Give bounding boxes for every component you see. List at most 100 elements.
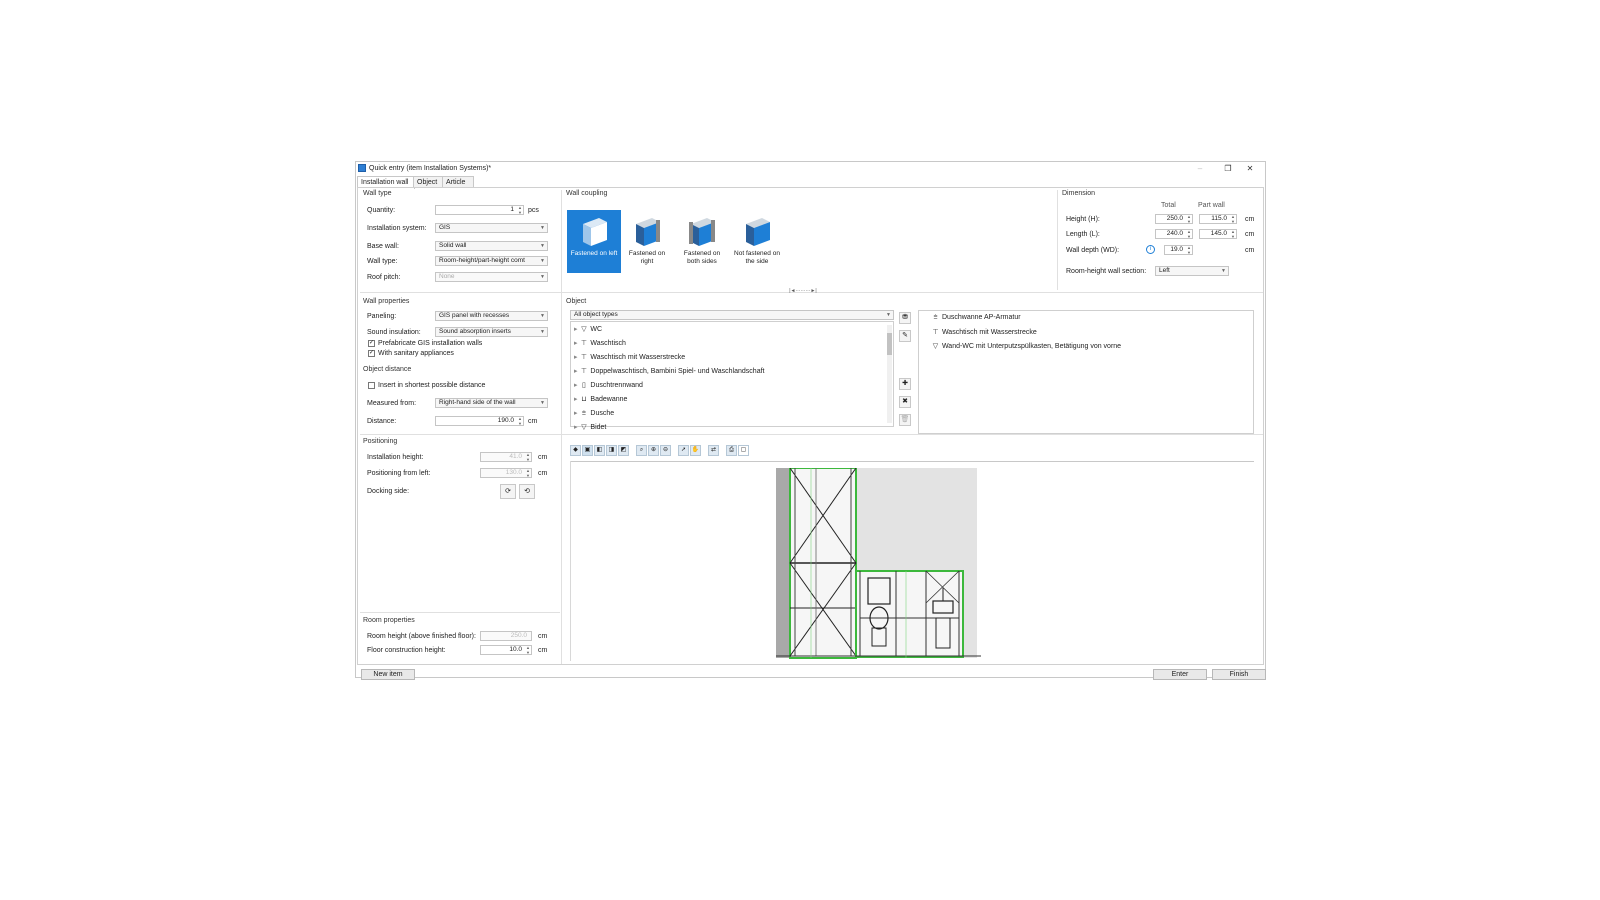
remove-icon[interactable]: ✖: [899, 396, 911, 408]
wall-free-icon: [746, 218, 770, 246]
floor-construction-stepper[interactable]: 10.0 ▲ ▼: [480, 645, 532, 655]
sanitary-checkbox[interactable]: ✓: [368, 350, 375, 357]
wall-type-select[interactable]: Room-height/part-height comt ▼: [435, 256, 548, 266]
add-icon[interactable]: ✚: [899, 378, 911, 390]
coupling-fastened-both[interactable]: Fastened on both sides: [677, 210, 727, 273]
view-3d-icon[interactable]: ◆: [570, 445, 581, 456]
length-unit: cm: [1245, 231, 1255, 238]
zoom-out-icon[interactable]: ⊖: [660, 445, 671, 456]
tree-item-double-washbasin[interactable]: ▸ ⊤ Doppelwaschtisch, Bambini Spiel- und…: [574, 367, 764, 375]
height-part-stepper[interactable]: 115.0 ▲ ▼: [1199, 214, 1237, 224]
wall-left-icon: [583, 218, 607, 246]
print-icon[interactable]: ⎙: [726, 445, 737, 456]
wall-both-icon: [689, 218, 715, 246]
tree-item-bathtub[interactable]: ▸ ⊔ Badewanne: [574, 395, 627, 403]
view-iso-icon[interactable]: ◩: [618, 445, 629, 456]
distance-unit: cm: [528, 418, 538, 425]
coupling-label: Fastened on right: [628, 250, 666, 265]
tree-scrollbar[interactable]: [887, 325, 892, 423]
wall-depth-stepper[interactable]: 19.0 ▲ ▼: [1164, 245, 1193, 255]
divider: [561, 190, 562, 664]
rotate-left-icon[interactable]: ⟲: [519, 484, 535, 499]
zoom-icon[interactable]: ⌕: [636, 445, 647, 456]
installation-system-select[interactable]: GIS ▼: [435, 223, 548, 233]
chevron-down-icon: ▼: [540, 225, 545, 231]
restore-icon[interactable]: ❐: [1219, 162, 1237, 175]
shower-partition-icon: ▯: [582, 382, 586, 389]
tree-item-shower[interactable]: ▸ ⩧ Dusche: [574, 409, 614, 418]
shower-tray-icon: ⩧: [933, 314, 938, 321]
measure-icon[interactable]: ⇄: [708, 445, 719, 456]
selected-item[interactable]: ▽ Wand-WC mit Unterputzspülkasten, Betät…: [931, 342, 1121, 350]
double-washbasin-icon: ⊤: [580, 368, 588, 375]
filter-icon[interactable]: ⛃: [899, 312, 911, 324]
object-type-filter[interactable]: All object types ▼: [570, 310, 894, 320]
quantity-stepper[interactable]: 1 ▲ ▼: [435, 205, 524, 215]
pan-hand-icon[interactable]: ✋: [690, 445, 701, 456]
coupling-label: Fastened on left: [570, 250, 618, 257]
minimize-icon[interactable]: –: [1191, 162, 1209, 175]
divider: [360, 612, 560, 613]
chevron-down-icon: ▼: [886, 312, 891, 318]
shortest-distance-checkbox[interactable]: [368, 382, 375, 389]
wall-section-select[interactable]: Left ▼: [1155, 266, 1229, 276]
installation-height-stepper: 41.0 ▲ ▼: [480, 452, 532, 462]
coupling-fastened-left[interactable]: Fastened on left: [567, 210, 621, 273]
scrollbar-thumb[interactable]: [887, 333, 892, 355]
coupling-fastened-right[interactable]: Fastened on right: [622, 210, 672, 273]
room-height-label: Room height (above finished floor):: [367, 633, 476, 640]
roof-pitch-label: Roof pitch:: [367, 274, 401, 281]
coupling-not-fastened[interactable]: Not fastened on the side: [732, 210, 782, 273]
shortest-distance-label: Insert in shortest possible distance: [378, 382, 486, 389]
edit-icon[interactable]: ✎: [899, 330, 911, 342]
installation-height-unit: cm: [538, 454, 548, 461]
finish-button[interactable]: Finish: [1212, 669, 1266, 680]
length-total-stepper[interactable]: 240.0 ▲ ▼: [1155, 229, 1193, 239]
info-icon[interactable]: i: [1146, 245, 1155, 254]
preview-divider: [570, 461, 1254, 462]
zoom-in-icon[interactable]: ⊕: [648, 445, 659, 456]
height-total-stepper[interactable]: 250.0 ▲ ▼: [1155, 214, 1193, 224]
selected-item[interactable]: ⩧ Duschwanne AP-Armatur: [931, 314, 1020, 322]
view-left-icon[interactable]: ◧: [594, 445, 605, 456]
sound-insulation-label: Sound insulation:: [367, 329, 421, 336]
distance-stepper[interactable]: 190.0 ▲ ▼: [435, 416, 524, 426]
delete-icon[interactable]: 🗑: [899, 414, 911, 426]
view-front-icon[interactable]: ▣: [582, 445, 593, 456]
washbasin-icon: ⊤: [580, 340, 588, 347]
tree-item-shower-partition[interactable]: ▸ ▯ Duschtrennwand: [574, 381, 643, 389]
chevron-down-icon: ▼: [540, 243, 545, 249]
wall-right-icon: [636, 218, 660, 246]
select-pointer-icon[interactable]: ➚: [678, 445, 689, 456]
page-icon[interactable]: ▢: [738, 445, 749, 456]
splitter-handle[interactable]: |◄·········►|: [773, 289, 833, 294]
chevron-down-icon: ▼: [1221, 268, 1226, 274]
length-part-stepper[interactable]: 145.0 ▲ ▼: [1199, 229, 1237, 239]
selected-item[interactable]: ⊤ Waschtisch mit Wasserstrecke: [931, 328, 1036, 336]
chevron-down-icon: ▼: [540, 258, 545, 264]
tree-item-washbasin-water[interactable]: ▸ ⊤ Waschtisch mit Wasserstrecke: [574, 353, 685, 361]
positioning-left-label: Positioning from left:: [367, 470, 431, 477]
tree-item-bidet[interactable]: ▸ ▽ Bidet: [574, 423, 606, 431]
sound-insulation-select[interactable]: Sound absorption inserts ▼: [435, 327, 548, 337]
height-unit: cm: [1245, 216, 1255, 223]
room-height-unit: cm: [538, 633, 548, 640]
view-top-icon[interactable]: ◨: [606, 445, 617, 456]
prefabricate-checkbox[interactable]: ✓: [368, 340, 375, 347]
paneling-select[interactable]: GIS panel with recesses ▼: [435, 311, 548, 321]
installation-system-label: Installation system:: [367, 225, 427, 232]
tree-item-wc[interactable]: ▸ ▽ WC: [574, 325, 602, 333]
close-icon[interactable]: ✕: [1241, 162, 1259, 175]
wall-properties-heading: Wall properties: [363, 298, 410, 305]
tree-item-washbasin[interactable]: ▸ ⊤ Waschtisch: [574, 339, 626, 347]
rotate-right-icon[interactable]: ⟳: [500, 484, 516, 499]
quantity-unit: pcs: [528, 207, 539, 214]
measured-from-select[interactable]: Right-hand side of the wall ▼: [435, 398, 548, 408]
wall-preview-drawing: [776, 468, 981, 659]
base-wall-select[interactable]: Solid wall ▼: [435, 241, 548, 251]
wall-type-label: Wall type:: [367, 258, 398, 265]
enter-button[interactable]: Enter: [1153, 669, 1207, 680]
new-item-button[interactable]: New item: [361, 669, 415, 680]
object-distance-heading: Object distance: [363, 366, 412, 373]
object-tree: ▸ ▽ WC ▸ ⊤ Waschtisch ▸ ⊤ Waschtisch mit…: [570, 321, 894, 431]
